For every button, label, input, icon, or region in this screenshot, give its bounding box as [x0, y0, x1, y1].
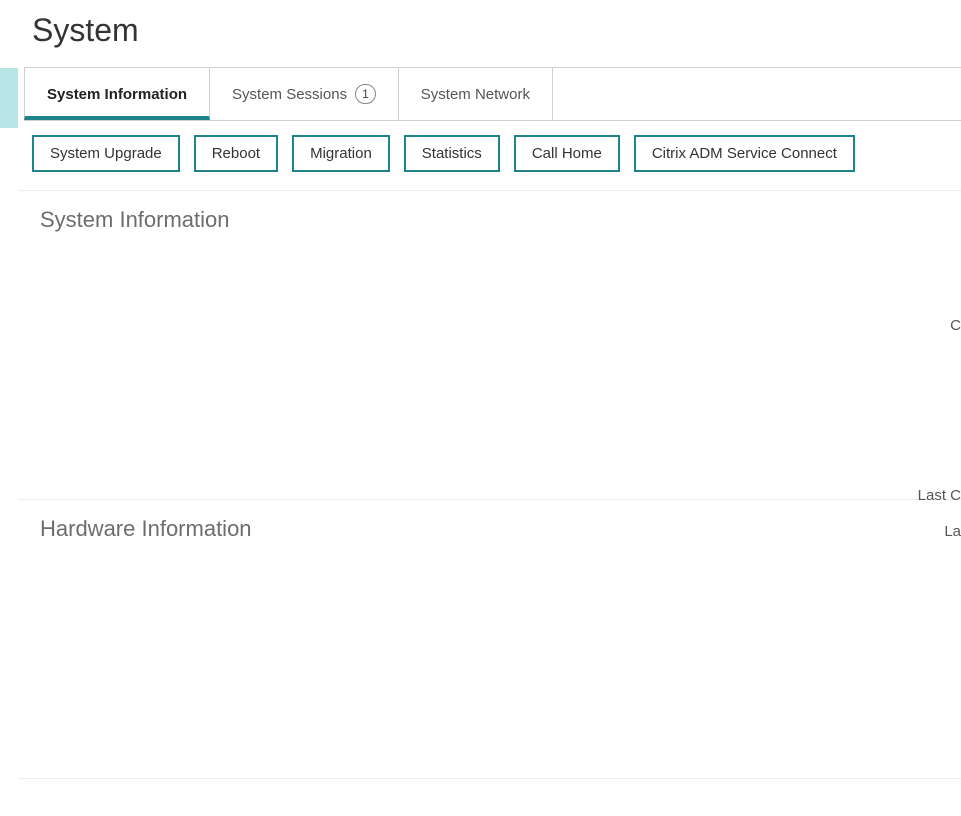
system-information-section: System Information C Last C La [18, 207, 961, 500]
content-area: System System Information System Session… [18, 0, 961, 816]
citrix-adm-service-connect-button[interactable]: Citrix ADM Service Connect [634, 135, 855, 172]
tab-label: System Sessions [232, 86, 347, 103]
hardware-information-section: Hardware Information [18, 516, 961, 779]
tab-bar: System Information System Sessions 1 Sys… [24, 67, 961, 121]
section-body: C Last C La [18, 249, 961, 499]
left-gutter [0, 0, 18, 816]
page-title: System [32, 12, 961, 49]
section-title: System Information [40, 207, 961, 233]
tab-label: System Network [421, 86, 530, 103]
tab-badge: 1 [355, 84, 376, 104]
nav-active-indicator [0, 68, 18, 128]
toolbar: System Upgrade Reboot Migration Statisti… [18, 121, 961, 191]
clipped-label-2: Last C [918, 487, 961, 504]
tab-system-network[interactable]: System Network [398, 68, 553, 120]
system-page: System System Information System Session… [0, 0, 961, 816]
migration-button[interactable]: Migration [292, 135, 390, 172]
clipped-label-1: C [950, 317, 961, 334]
tab-label: System Information [47, 86, 187, 103]
section-title: Hardware Information [40, 516, 961, 542]
clipped-label-3: La [944, 523, 961, 540]
section-body [18, 558, 961, 778]
tab-system-information[interactable]: System Information [24, 68, 210, 120]
reboot-button[interactable]: Reboot [194, 135, 278, 172]
call-home-button[interactable]: Call Home [514, 135, 620, 172]
tabs-spacer [552, 68, 961, 120]
system-upgrade-button[interactable]: System Upgrade [32, 135, 180, 172]
statistics-button[interactable]: Statistics [404, 135, 500, 172]
tab-system-sessions[interactable]: System Sessions 1 [209, 68, 399, 120]
